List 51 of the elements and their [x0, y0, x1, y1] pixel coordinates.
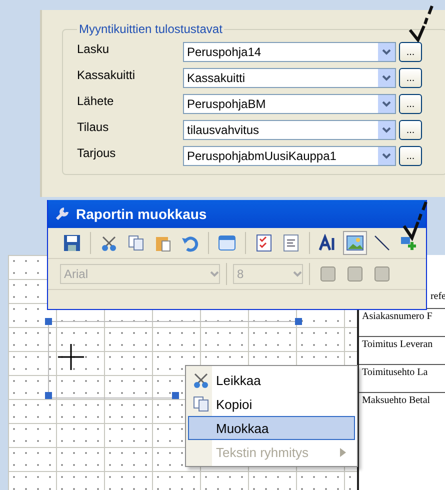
wrench-icon	[54, 206, 70, 222]
window-icon	[218, 234, 236, 252]
template-dropdown[interactable]: PeruspohjaBM	[183, 94, 396, 114]
scissors-icon	[100, 234, 118, 252]
template-dropdown[interactable]: Kassakuitti	[183, 68, 396, 88]
window-title: Raportin muokkaus	[76, 206, 207, 222]
browse-button[interactable]: ...	[399, 42, 422, 62]
scissors-icon	[192, 371, 210, 389]
menu-item[interactable]: Kopioi	[188, 392, 355, 416]
report-field: Toimitusehto La	[359, 364, 445, 392]
group-title: Myyntikuittien tulostustavat	[78, 22, 224, 36]
line-icon	[374, 235, 390, 251]
copy-icon	[127, 234, 145, 252]
caret-icon	[382, 127, 391, 133]
template-dropdown[interactable]: Peruspohja14	[183, 42, 396, 62]
selection-handle[interactable]	[295, 318, 302, 325]
field-label: Kassakuitti	[77, 68, 136, 82]
field-label: Tilaus	[77, 120, 110, 134]
template-dropdown[interactable]: tilausvahvitus	[183, 120, 396, 140]
annotation-arrow	[406, 4, 436, 42]
picture-icon	[346, 235, 364, 251]
clipboard-icon	[154, 234, 172, 252]
report-field: Maksuehto Betal	[359, 392, 445, 420]
browse-button[interactable]: ...	[399, 68, 422, 88]
document-icon	[282, 234, 300, 252]
menu-item[interactable]: Muokkaa	[188, 416, 355, 440]
copy-icon	[192, 395, 210, 413]
template-dropdown[interactable]: PeruspohjabmUusiKauppa1	[183, 146, 396, 166]
browse-button[interactable]: ...	[399, 146, 422, 166]
caret-icon	[382, 49, 391, 55]
report-field: Toimitus Leveran	[359, 336, 445, 364]
browse-button[interactable]: ...	[399, 120, 422, 140]
caret-icon	[293, 271, 302, 277]
crosshair-cursor-icon	[58, 344, 84, 370]
selection-handle[interactable]	[45, 318, 52, 325]
undo-icon	[181, 234, 199, 252]
selection-handle[interactable]	[45, 392, 52, 399]
checklist-icon	[255, 234, 273, 252]
add-element-icon	[400, 235, 418, 251]
menu-item[interactable]: Leikkaa	[188, 368, 355, 392]
field-label: Tarjous	[77, 146, 117, 160]
annotation-arrow	[400, 200, 430, 242]
selection-handle[interactable]	[172, 392, 179, 399]
caret-icon	[382, 101, 391, 107]
caret-icon	[382, 75, 391, 81]
caret-icon	[210, 271, 219, 277]
submenu-arrow-icon	[340, 448, 346, 456]
browse-button[interactable]: ...	[399, 94, 422, 114]
field-label: Lasku	[77, 42, 110, 56]
caret-icon	[382, 153, 391, 159]
field-label: Lähete	[77, 94, 115, 108]
